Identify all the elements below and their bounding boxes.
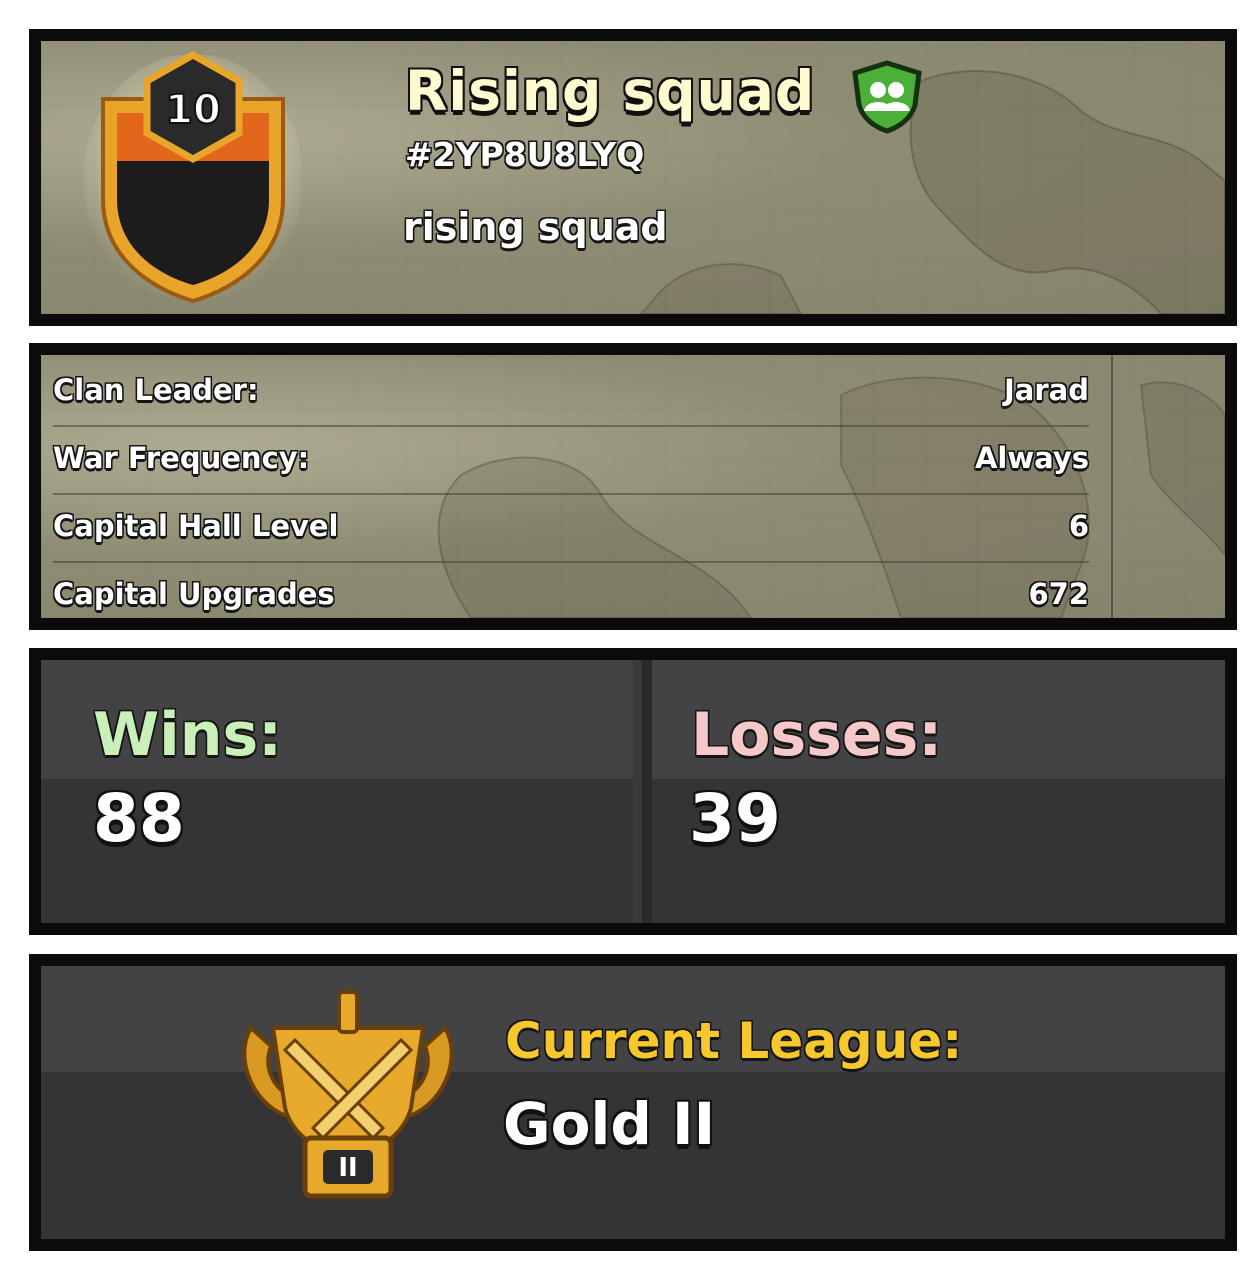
detail-label: Clan Leader: [53,373,259,407]
league-value: Gold II [503,1090,716,1158]
gold-league-trophy-icon[interactable]: II [233,988,463,1208]
detail-label: War Frequency: [53,441,310,475]
details-list: Clan Leader: Jarad War Frequency: Always… [53,359,1089,618]
detail-value: 6 [1068,509,1089,543]
clan-details-panel: Clan Leader: Jarad War Frequency: Always… [29,343,1237,630]
shield-group-icon[interactable] [849,59,925,135]
stats-divider [642,660,652,923]
detail-row-war-frequency: War Frequency: Always [53,427,1089,495]
details-divider [1111,355,1113,618]
detail-value[interactable]: Jarad [1004,373,1089,407]
losses-value: 39 [689,780,781,857]
detail-label: Capital Hall Level [53,509,339,543]
detail-value: 672 [1028,577,1089,611]
detail-label: Capital Upgrades [53,577,335,611]
clan-tag[interactable]: #2YP8U8LYQ [405,135,644,174]
clan-description: rising squad [403,205,668,249]
losses-label: Losses: [691,700,943,770]
wins-value: 88 [93,780,185,857]
detail-row-capital-upgrades: Capital Upgrades 672 [53,563,1089,618]
clan-name: Rising squad [405,59,816,123]
clan-header-panel: 10 Rising squad #2YP8U8LYQ rising squad [29,29,1237,326]
league-badge-text: II [338,1153,357,1183]
detail-value: Always [974,441,1089,475]
detail-row-clan-leader: Clan Leader: Jarad [53,359,1089,427]
detail-row-capital-hall-level: Capital Hall Level 6 [53,495,1089,563]
clan-level: 10 [165,87,221,133]
clan-badge-icon: 10 [83,50,303,304]
league-label: Current League: [505,1012,963,1070]
war-stats-panel: Wins: 88 Losses: 39 [29,648,1237,935]
wins-label: Wins: [93,700,283,770]
league-panel: II Current League: Gold II [29,954,1237,1251]
